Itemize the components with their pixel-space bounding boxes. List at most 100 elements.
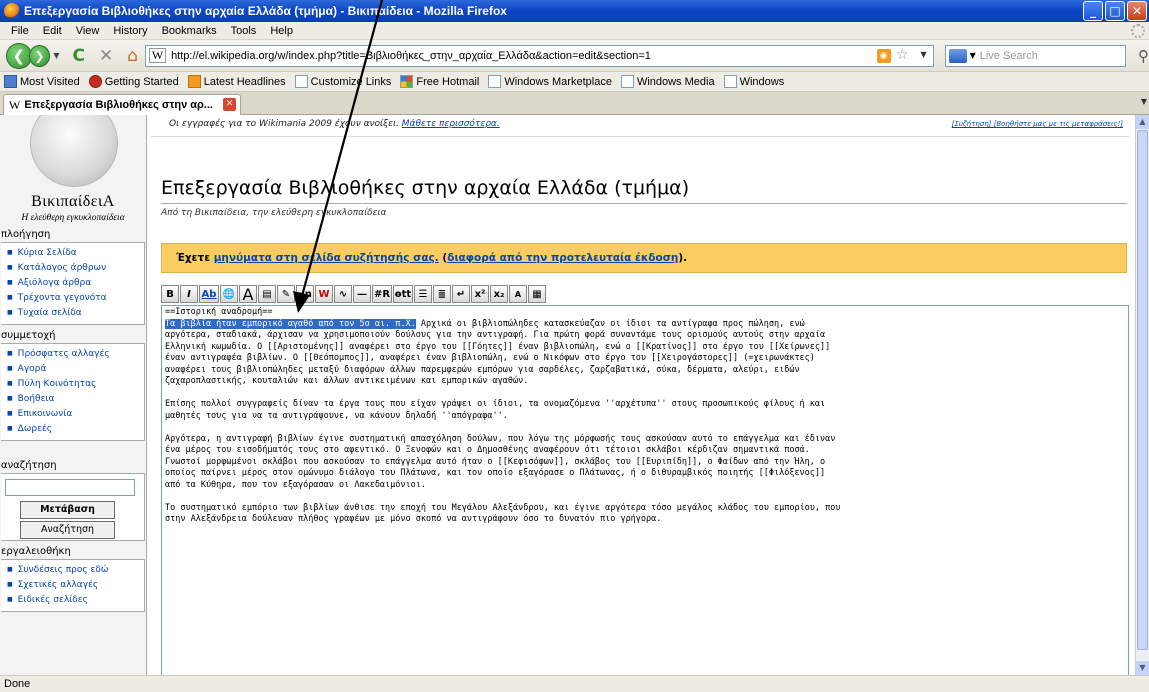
small-text-button[interactable]: A <box>509 285 527 303</box>
page-title: Επεξεργασία Βιβλιοθήκες στην αρχαία Ελλά… <box>161 177 690 199</box>
diff-link[interactable]: διαφορά από την προτελευταία έκδοση <box>447 252 678 264</box>
talk-page-link[interactable]: μηνύματα στη σελίδα συζήτησής σας. <box>214 252 439 264</box>
bookmark-customize-links[interactable]: Customize Links <box>294 75 391 88</box>
bold-button[interactable]: B <box>161 285 179 303</box>
vertical-scrollbar[interactable]: ▲ ▼ <box>1135 115 1149 675</box>
bookmark-windows[interactable]: Windows <box>723 75 784 88</box>
sidebar-item-contact[interactable]: Επικοινωνία <box>7 407 144 422</box>
reload-icon[interactable]: C <box>73 46 85 66</box>
go-button[interactable]: Μετάβαση <box>20 501 115 519</box>
menu-tools[interactable]: Tools <box>224 25 264 37</box>
minimize-button[interactable]: _ <box>1083 1 1103 21</box>
sidebar-item-what-links-here[interactable]: Συνδέσεις προς εδώ <box>7 563 144 578</box>
sidebar-item-market[interactable]: Αγορά <box>7 362 144 377</box>
tab-bar: W Επεξεργασία Βιβλιοθήκες στην αρ... ✕ ▼ <box>0 92 1149 115</box>
internal-link-button[interactable]: Ab <box>199 285 219 303</box>
maximize-button[interactable]: □ <box>1105 1 1125 21</box>
search-engine-dropdown-icon[interactable]: ▼ <box>970 51 976 60</box>
sidebar-item-recent-changes[interactable]: Πρόσφατες αλλαγές <box>7 347 144 362</box>
sidebar-item-random[interactable]: Τυχαία σελίδα <box>7 306 144 321</box>
status-bar: Done <box>0 675 1149 692</box>
url-dropdown-icon[interactable]: ▼ <box>920 50 926 59</box>
search-magnifier-icon[interactable]: ⚲ <box>1138 47 1149 65</box>
italic-button[interactable]: I <box>180 285 198 303</box>
sidebar-item-featured[interactable]: Αξιόλογα άρθρα <box>7 276 144 291</box>
wikipedia-logo[interactable]: ΒικιπαίδειΑ Η ελεύθερη εγκυκλοπαίδεια <box>8 115 138 227</box>
sidebar-item-help[interactable]: Βοήθεια <box>7 392 144 407</box>
learn-more-link[interactable]: Μάθετε περισσότερα. <box>402 119 500 129</box>
numbered-list-button[interactable]: ≣ <box>433 285 451 303</box>
search-button[interactable]: Αναζήτηση <box>20 521 115 539</box>
url-bar[interactable]: W http://el.wikipedia.org/w/index.php?ti… <box>145 44 934 67</box>
editor-selection: Τα βιβλία ήταν εμπορικό αγαθό από τον 5ο… <box>165 318 416 329</box>
editor-line: αναφέρει τους βιβλιοπώληδες μεταξύ διαφό… <box>165 364 800 375</box>
rss-feed-icon[interactable]: ◉ <box>876 48 891 63</box>
nowiki-button[interactable]: W <box>315 285 333 303</box>
redirect-button[interactable]: #R <box>372 285 392 303</box>
new-messages-box: Έχετε μηνύματα στη σελίδα συζήτησής σας.… <box>161 243 1127 273</box>
menu-view[interactable]: View <box>69 25 107 37</box>
list-all-tabs-icon[interactable]: ▼ <box>1141 97 1147 106</box>
bookmark-windows-media[interactable]: Windows Media <box>620 75 715 88</box>
navigation-portlet: Κύρια Σελίδα Κατάλογος άρθρων Αξιόλογα ά… <box>1 242 145 325</box>
history-dropdown-icon[interactable]: ▼ <box>53 51 59 60</box>
page-icon <box>294 75 308 88</box>
sidebar-item-related-changes[interactable]: Σχετικές αλλαγές <box>7 578 144 593</box>
menu-bookmarks[interactable]: Bookmarks <box>155 25 224 37</box>
close-button[interactable]: ✕ <box>1127 1 1147 21</box>
bookmark-latest-headlines[interactable]: Latest Headlines <box>187 75 286 88</box>
stop-icon[interactable]: ✕ <box>99 46 113 66</box>
scroll-thumb[interactable] <box>1137 130 1148 650</box>
tab-close-icon[interactable]: ✕ <box>223 98 236 111</box>
sidebar: ΒικιπαίδειΑ Η ελεύθερη εγκυκλοπαίδεια πλ… <box>0 115 146 675</box>
bookmark-getting-started[interactable]: Getting Started <box>88 75 179 88</box>
title-divider <box>161 203 1127 204</box>
editor-line: ένα μέρος του εισοδήματός τους στο αφεντ… <box>165 445 810 455</box>
back-button[interactable]: ❮ <box>6 42 32 69</box>
subscript-button[interactable]: x₂ <box>490 285 508 303</box>
home-icon[interactable]: ⌂ <box>127 46 138 66</box>
search-engine-icon[interactable] <box>948 48 967 63</box>
sidebar-item-community[interactable]: Πύλη Κοινότητας <box>7 377 144 392</box>
menu-bar: File Edit View History Bookmarks Tools H… <box>0 22 1149 40</box>
horizontal-line-button[interactable]: — <box>353 285 371 303</box>
notice-discussion-links[interactable]: [Συζήτηση] [Βοηθήστε μας με τις μεταφράσ… <box>952 120 1123 128</box>
search-box[interactable]: ▼ Live Search <box>944 44 1127 67</box>
sidebar-item-current-events[interactable]: Τρέχοντα γεγονότα <box>7 291 144 306</box>
media-button[interactable]: ✎ <box>277 285 295 303</box>
sidebar-item-special-pages[interactable]: Ειδικές σελίδες <box>7 593 144 608</box>
window-title-bar[interactable]: Επεξεργασία Βιβλιοθήκες στην αρχαία Ελλά… <box>0 0 1149 22</box>
editor-line: Γνωστοί μορφωμένοι σκλάβοι που ασκούσαν … <box>165 456 826 467</box>
strike-button[interactable]: ɵtt <box>393 285 413 303</box>
bullet-list-button[interactable]: ☰ <box>414 285 432 303</box>
menu-edit[interactable]: Edit <box>36 25 69 37</box>
heading-button[interactable]: A <box>239 285 257 303</box>
table-button[interactable]: ▦ <box>528 285 546 303</box>
forward-button[interactable]: ❯ <box>28 44 51 67</box>
image-button[interactable]: ▤ <box>258 285 276 303</box>
scroll-up-icon[interactable]: ▲ <box>1136 115 1149 129</box>
line-break-button[interactable]: ↵ <box>452 285 470 303</box>
menu-file[interactable]: File <box>4 25 36 37</box>
site-notice: Οι εγγραφές για το Wikimania 2009 έχουν … <box>151 115 1129 137</box>
external-link-button[interactable]: 🌐 <box>220 285 238 303</box>
sidebar-item-donate[interactable]: Δωρεές <box>7 422 144 437</box>
search-input[interactable] <box>5 479 135 496</box>
menu-help[interactable]: Help <box>263 25 300 37</box>
bookmark-star-icon[interactable]: ☆ <box>896 47 909 63</box>
sidebar-item-article-index[interactable]: Κατάλογος άρθρων <box>7 261 144 276</box>
superscript-button[interactable]: x² <box>471 285 489 303</box>
bookmark-free-hotmail[interactable]: Free Hotmail <box>400 75 479 88</box>
sidebar-item-main-page[interactable]: Κύρια Σελίδα <box>7 246 144 261</box>
tab-active[interactable]: W Επεξεργασία Βιβλιοθήκες στην αρ... ✕ <box>3 94 241 115</box>
throbber-icon <box>1131 24 1145 38</box>
math-button[interactable]: √n <box>296 285 314 303</box>
bookmark-windows-marketplace[interactable]: Windows Marketplace <box>488 75 612 88</box>
bookmark-most-visited[interactable]: Most Visited <box>4 75 80 88</box>
editor-line: μαθητές τους για να τα αντιγράψουνε, να … <box>165 410 508 421</box>
editor-line: ζαχαροπλαστικής, κουταλιών και άλλων αντ… <box>165 376 529 386</box>
menu-history[interactable]: History <box>106 25 154 37</box>
scroll-down-icon[interactable]: ▼ <box>1136 661 1149 675</box>
signature-button[interactable]: ∿ <box>334 285 352 303</box>
wikitext-editor[interactable]: ==Ιστορική αναδρομή== Τα βιβλία ήταν εμπ… <box>161 305 1129 675</box>
